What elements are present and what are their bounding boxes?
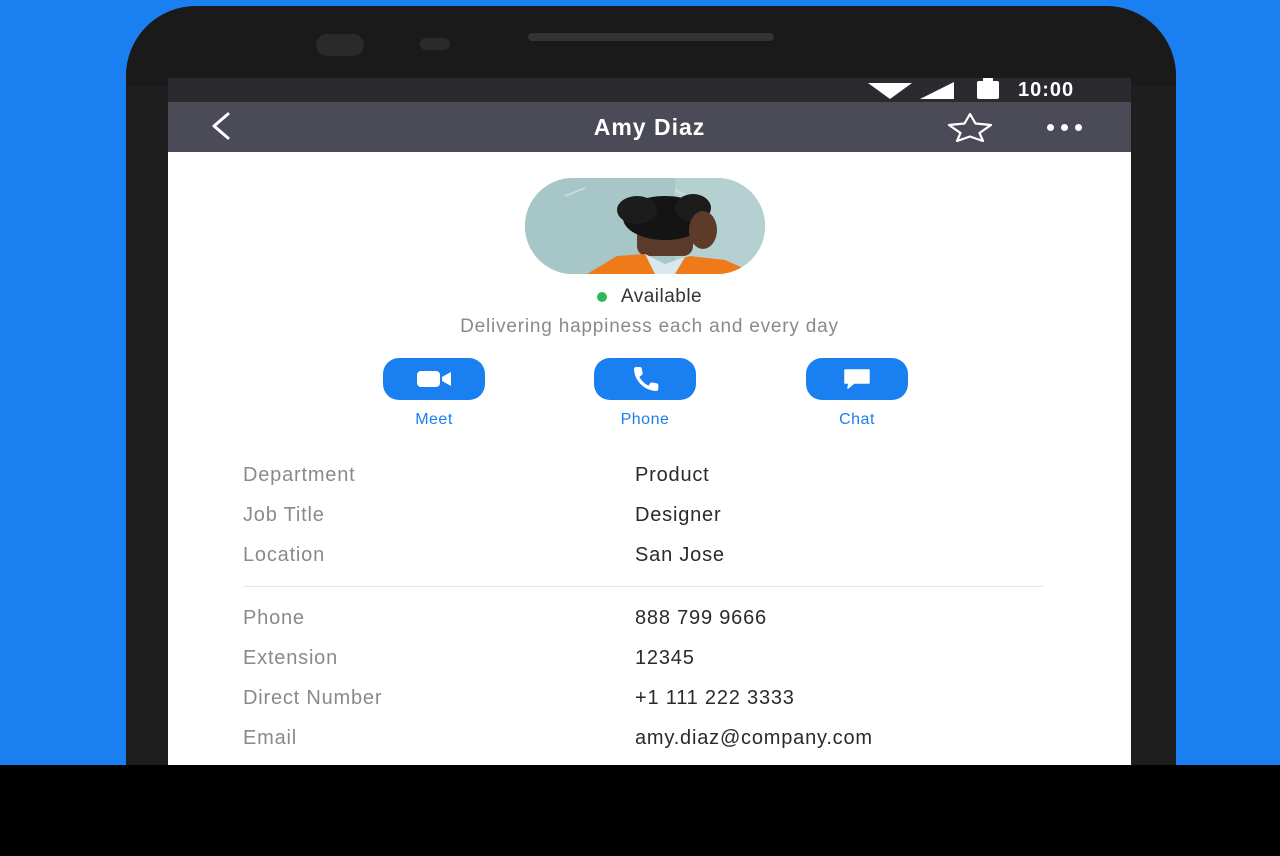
chat-action[interactable]: Chat	[802, 358, 912, 429]
phone-bezel-top	[126, 6, 1176, 86]
phone-button[interactable]	[594, 358, 696, 400]
detail-row-job-title: Job Title Designer	[243, 504, 1043, 544]
detail-label: Direct Number	[243, 687, 383, 709]
detail-row-phone: Phone 888 799 9666	[243, 607, 1043, 647]
detail-label: Extension	[243, 647, 339, 669]
star-icon	[947, 112, 993, 142]
email-link[interactable]: amy.diaz@company.com	[635, 727, 873, 750]
detail-row-location: Location San Jose	[243, 544, 1043, 584]
detail-label: Location	[243, 544, 326, 566]
phone-screen: 10:00 Amy Diaz Available Delivering happ…	[168, 78, 1131, 765]
bottom-letterbox	[0, 765, 1280, 856]
phone-label: Phone	[620, 411, 670, 428]
section-divider	[243, 586, 1043, 587]
direct-number-link[interactable]: +1 111 222 3333	[635, 687, 795, 710]
battery-icon	[977, 78, 999, 99]
detail-row-department: Department Product	[243, 464, 1043, 504]
detail-value: Designer	[635, 504, 722, 526]
more-dot-icon	[1074, 123, 1082, 131]
status-bar: 10:00	[168, 78, 1131, 102]
presence-label: Available	[620, 286, 703, 307]
detail-label: Email	[243, 727, 298, 749]
earpiece-speaker	[528, 33, 774, 41]
contact-details: Department Product Job Title Designer Lo…	[243, 464, 1043, 765]
detail-label: Phone	[243, 607, 305, 629]
cell-signal-icon	[920, 82, 954, 99]
detail-row-email: Email amy.diaz@company.com	[243, 727, 1043, 765]
detail-row-direct-number: Direct Number +1 111 222 3333	[243, 687, 1043, 727]
chat-label: Chat	[839, 411, 875, 428]
more-dot-icon	[1060, 123, 1068, 131]
meet-label: Meet	[415, 411, 453, 428]
front-camera	[316, 34, 364, 56]
video-camera-icon	[417, 371, 451, 387]
status-clock: 10:00	[1018, 79, 1075, 101]
contact-actions: Meet Phone Chat	[168, 358, 1131, 438]
chat-button[interactable]	[806, 358, 908, 400]
detail-value: San Jose	[635, 544, 725, 566]
meet-action[interactable]: Meet	[379, 358, 489, 429]
wifi-icon	[868, 83, 912, 99]
detail-label: Department	[243, 464, 356, 486]
more-dot-icon	[1046, 123, 1054, 131]
presence-dot-icon	[596, 292, 607, 302]
meet-button[interactable]	[383, 358, 485, 400]
more-options-button[interactable]	[1032, 112, 1096, 142]
phone-handset-icon	[634, 367, 659, 391]
phone-action[interactable]: Phone	[590, 358, 700, 429]
detail-row-extension: Extension 12345	[243, 647, 1043, 687]
extension-link[interactable]: 12345	[635, 647, 695, 670]
profile-photo	[525, 178, 765, 274]
detail-label: Job Title	[243, 504, 325, 526]
app-header: Amy Diaz	[168, 102, 1131, 152]
avatar	[525, 178, 765, 274]
phone-number-link[interactable]: 888 799 9666	[635, 607, 767, 630]
detail-value: Product	[635, 464, 710, 486]
status-message: Delivering happiness each and every day	[460, 316, 839, 337]
proximity-sensor	[420, 38, 450, 50]
chat-bubble-icon	[844, 369, 870, 389]
presence-status: Available	[168, 286, 1131, 308]
favorite-button[interactable]	[942, 109, 998, 145]
